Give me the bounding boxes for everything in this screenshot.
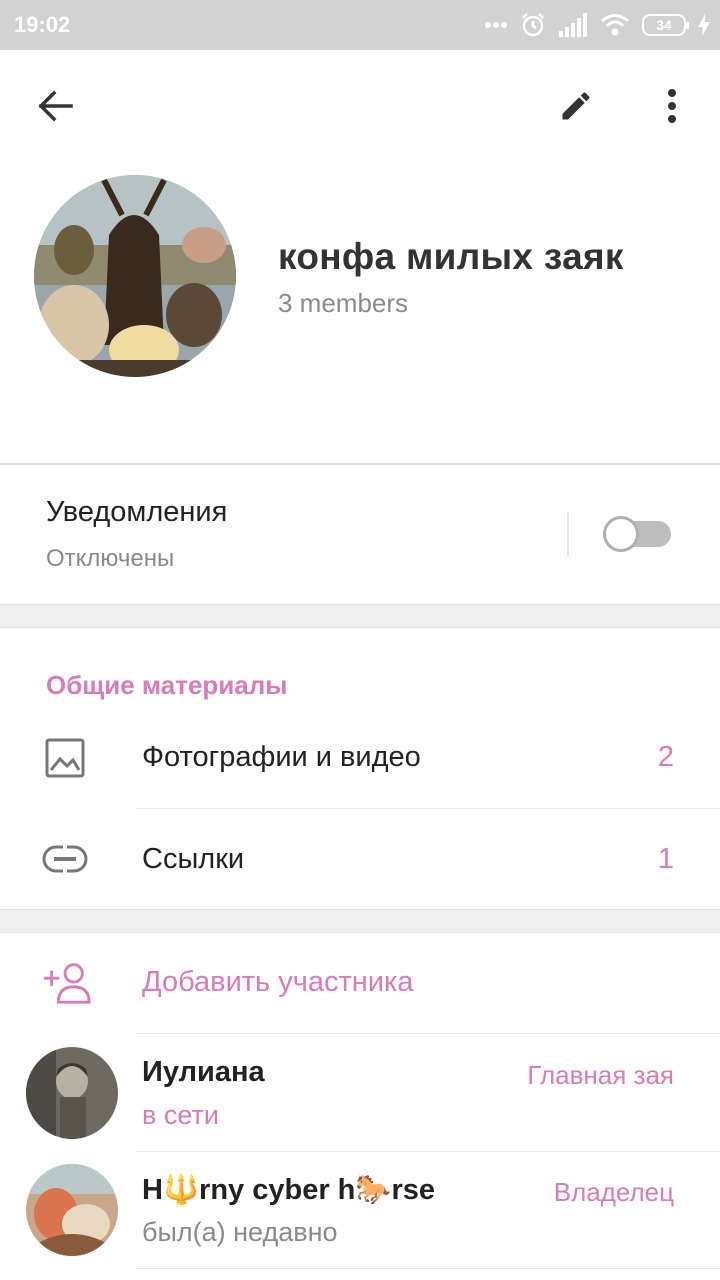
shared-links-row[interactable]: Ссылки 1 bbox=[0, 809, 720, 909]
charging-icon bbox=[698, 14, 710, 36]
pencil-icon bbox=[562, 92, 590, 120]
wifi-icon bbox=[601, 14, 629, 36]
section-gap bbox=[0, 909, 720, 933]
member-row[interactable]: H🔱rny cyber h🐎rse был(а) недавно Владеле… bbox=[0, 1151, 720, 1269]
member-status: был(а) недавно bbox=[142, 1217, 338, 1247]
chat-profile-header: конфа милых заяк 3 members bbox=[0, 162, 720, 464]
divider bbox=[0, 463, 720, 465]
shared-links-label: Ссылки bbox=[142, 843, 245, 875]
arrow-left-icon bbox=[38, 90, 73, 122]
shared-photos-count: 2 bbox=[657, 741, 674, 773]
shared-media-header: Общие материалы bbox=[46, 670, 288, 700]
notifications-status: Отключены bbox=[46, 545, 175, 572]
more-options-button[interactable] bbox=[644, 78, 700, 134]
image-icon bbox=[40, 736, 90, 780]
status-bar: 19:02 34 bbox=[0, 0, 720, 50]
battery-level: 34 bbox=[656, 17, 672, 33]
status-icons: 34 bbox=[484, 10, 710, 40]
chat-title: конфа милых заяк bbox=[278, 236, 624, 277]
shared-photos-row[interactable]: Фотографии и видео 2 bbox=[0, 708, 720, 809]
alarm-icon bbox=[522, 13, 544, 37]
member-name: Иулиана bbox=[142, 1056, 265, 1088]
chat-avatar[interactable] bbox=[34, 175, 236, 377]
notifications-toggle[interactable] bbox=[603, 516, 673, 552]
add-member-label: Добавить участника bbox=[142, 966, 414, 998]
notifications-row[interactable]: Уведомления Отключены bbox=[0, 466, 720, 604]
more-dots-icon bbox=[485, 22, 507, 28]
notifications-title: Уведомления bbox=[46, 496, 228, 528]
back-button[interactable] bbox=[27, 78, 83, 134]
section-gap bbox=[0, 604, 720, 628]
member-name: H🔱rny cyber h🐎rse bbox=[142, 1174, 436, 1206]
edit-button[interactable] bbox=[548, 78, 604, 134]
member-role: Главная зая bbox=[527, 1060, 674, 1090]
member-row[interactable]: Иулиана в сети Главная зая bbox=[0, 1034, 720, 1152]
link-icon bbox=[40, 837, 90, 881]
avatar bbox=[26, 1047, 118, 1139]
toggle-knob bbox=[603, 516, 639, 552]
shared-links-count: 1 bbox=[657, 843, 674, 875]
battery-icon: 34 bbox=[642, 14, 689, 36]
chat-members-count: 3 members bbox=[278, 288, 409, 318]
more-vert-icon bbox=[668, 89, 676, 123]
vertical-divider bbox=[567, 512, 569, 556]
add-member-row[interactable]: Добавить участника bbox=[0, 933, 720, 1034]
member-role: Владелец bbox=[553, 1177, 674, 1207]
member-status: в сети bbox=[142, 1100, 219, 1130]
shared-photos-label: Фотографии и видео bbox=[142, 741, 421, 773]
avatar bbox=[26, 1164, 118, 1256]
status-time: 19:02 bbox=[14, 12, 71, 37]
signal-icon bbox=[559, 13, 587, 37]
toolbar bbox=[0, 50, 720, 162]
add-person-icon bbox=[42, 961, 92, 1005]
row-divider bbox=[136, 1268, 720, 1269]
